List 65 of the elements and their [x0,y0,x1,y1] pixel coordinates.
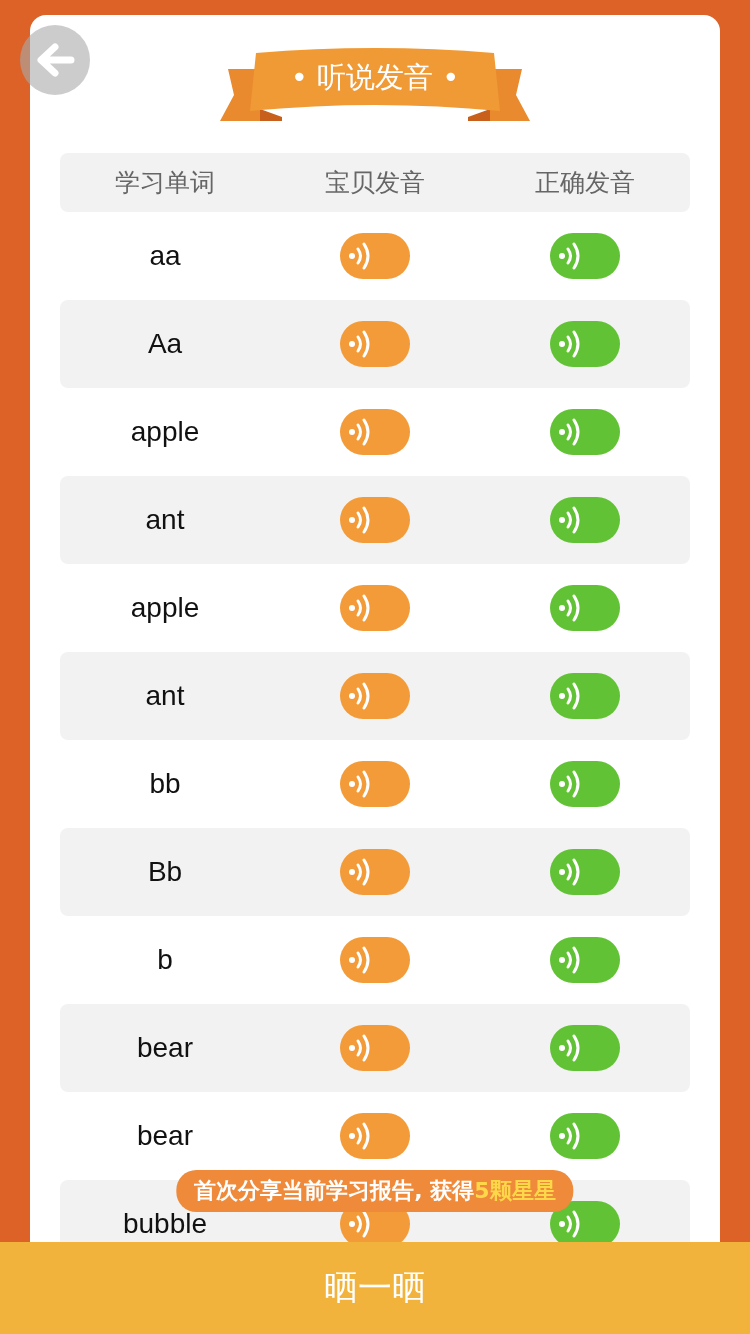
play-recording-button[interactable] [340,585,410,631]
sound-icon [558,329,582,359]
word-text: b [157,944,173,976]
column-header: 正确发音 [534,167,636,199]
word-text: aa [149,240,181,272]
play-correct-button[interactable] [550,585,620,631]
play-recording-button[interactable] [340,849,410,895]
sound-icon [348,417,372,447]
sound-icon [558,1033,582,1063]
sound-icon [348,769,372,799]
play-recording-button[interactable] [340,1025,410,1071]
share-button[interactable]: 晒一晒 [0,1242,750,1334]
word-text: Aa [147,328,183,360]
play-correct-button[interactable] [550,849,620,895]
sound-icon [348,505,372,535]
share-reward-tooltip: 首次分享当前学习报告, 获得5颗星星 [176,1170,574,1212]
word-text: bb [149,768,181,800]
play-recording-button[interactable] [340,497,410,543]
play-recording-button[interactable] [340,937,410,983]
back-arrow-icon [35,42,75,78]
word-text: apple [130,592,200,624]
section-title: • 听说发音 • [290,59,460,96]
word-text: Bb [147,856,183,888]
play-correct-button[interactable] [550,233,620,279]
play-recording-button[interactable] [340,761,410,807]
word-text: ant [145,504,185,536]
play-recording-button[interactable] [340,1113,410,1159]
sound-icon [558,1121,582,1151]
play-recording-button[interactable] [340,321,410,367]
play-correct-button[interactable] [550,497,620,543]
play-correct-button[interactable] [550,1025,620,1071]
play-recording-button[interactable] [340,233,410,279]
play-correct-button[interactable] [550,1113,620,1159]
sound-icon [558,1209,582,1239]
sound-icon [348,1121,372,1151]
sound-icon [348,681,372,711]
word-text: bear [136,1032,193,1064]
play-correct-button[interactable] [550,937,620,983]
sound-icon [348,1033,372,1063]
column-header: 宝贝发音 [324,167,426,199]
sound-icon [558,769,582,799]
word-text: bear [136,1120,193,1152]
sound-icon [558,681,582,711]
play-correct-button[interactable] [550,673,620,719]
column-header: 学习单词 [114,167,216,199]
sound-icon [558,945,582,975]
sound-icon [348,945,372,975]
sound-icon [558,857,582,887]
play-correct-button[interactable] [550,1201,620,1242]
sound-icon [348,1209,372,1239]
sound-icon [348,329,372,359]
play-correct-button[interactable] [550,409,620,455]
play-correct-button[interactable] [550,321,620,367]
word-text: apple [130,416,200,448]
sound-icon [348,593,372,623]
play-recording-button[interactable] [340,673,410,719]
sound-icon [558,593,582,623]
word-text: ant [145,680,185,712]
sound-icon [558,241,582,271]
play-recording-button[interactable] [340,409,410,455]
sound-icon [558,505,582,535]
play-correct-button[interactable] [550,761,620,807]
sound-icon [558,417,582,447]
sound-icon [348,857,372,887]
sound-icon [348,241,372,271]
